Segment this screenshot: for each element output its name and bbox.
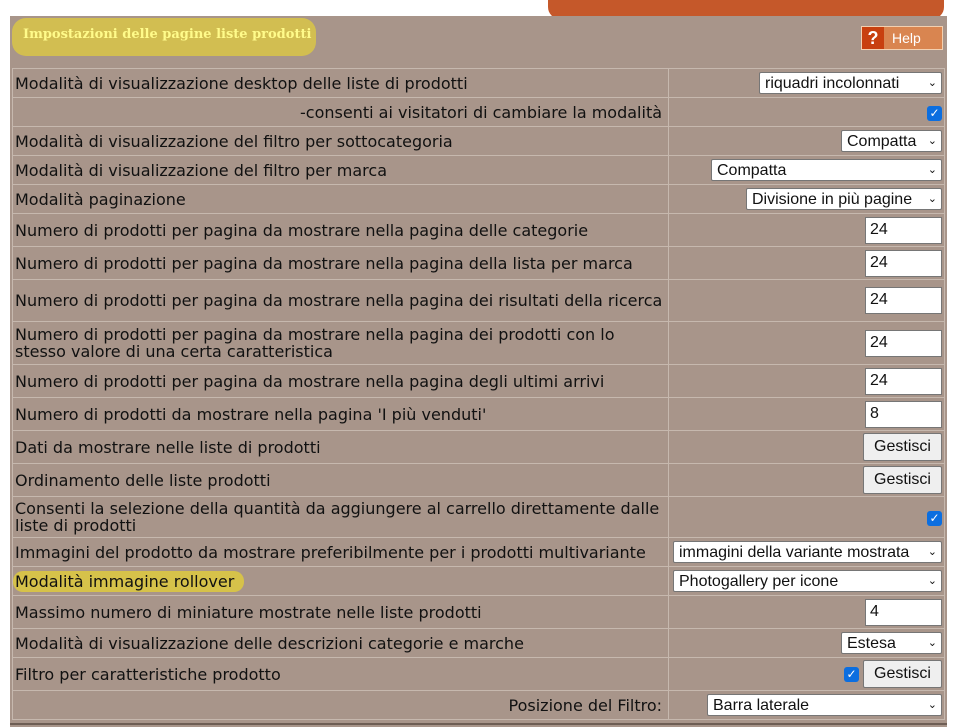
table-row: Numero di prodotti per pagina da mostrar… bbox=[11, 279, 945, 322]
table-row: Modalità di visualizzazione desktop dell… bbox=[11, 68, 945, 98]
chevron-down-icon: ⌄ bbox=[927, 636, 937, 649]
search-products-per-page-input[interactable]: 24 bbox=[865, 287, 942, 314]
check-icon: ✓ bbox=[929, 106, 940, 120]
quantity-selection-checkbox[interactable]: ✓ bbox=[927, 510, 942, 526]
row-label: Immagini del prodotto da mostrare prefer… bbox=[11, 537, 670, 567]
table-row: Numero di prodotti per pagina da mostrar… bbox=[11, 364, 945, 398]
row-label: Consenti la selezione della quantità da … bbox=[11, 496, 670, 538]
multivariant-images-select[interactable]: immagini della variante mostrata ⌄ bbox=[673, 541, 942, 563]
filter-position-select[interactable]: Barra laterale ⌄ bbox=[707, 694, 942, 716]
row-label: Ordinamento delle liste prodotti bbox=[11, 463, 670, 497]
panel-title: Impostazioni delle pagine liste prodotti bbox=[23, 27, 312, 42]
table-row: Massimo numero di miniature mostrate nel… bbox=[11, 595, 945, 629]
bottom-divider bbox=[10, 723, 947, 725]
help-icon: ? bbox=[862, 27, 884, 49]
check-icon: ✓ bbox=[929, 511, 940, 525]
chevron-down-icon: ⌄ bbox=[927, 163, 937, 176]
row-label: Dati da mostrare nelle liste di prodotti bbox=[11, 430, 670, 464]
feature-products-per-page-input[interactable]: 24 bbox=[865, 329, 942, 357]
row-label: Modalità di visualizzazione desktop dell… bbox=[11, 68, 670, 98]
chevron-down-icon: ⌄ bbox=[927, 76, 937, 89]
row-label: Modalità immagine rollover bbox=[13, 570, 245, 592]
check-icon: ✓ bbox=[846, 667, 857, 681]
rollover-image-select[interactable]: Photogallery per icone ⌄ bbox=[673, 570, 942, 592]
bestsellers-count-input[interactable]: 8 bbox=[865, 400, 942, 428]
brand-products-per-page-input[interactable]: 24 bbox=[865, 249, 942, 277]
manage-feature-filter-button[interactable]: Gestisci bbox=[863, 660, 942, 688]
table-row: Modalità di visualizzazione del filtro p… bbox=[11, 155, 945, 185]
table-row: Numero di prodotti per pagina da mostrar… bbox=[11, 321, 945, 365]
brand-filter-select[interactable]: Compatta ⌄ bbox=[711, 159, 942, 181]
row-label: Numero di prodotti per pagina da mostrar… bbox=[11, 279, 670, 322]
chevron-down-icon: ⌄ bbox=[927, 698, 937, 711]
panel-header: Impostazioni delle pagine liste prodotti… bbox=[10, 16, 947, 60]
settings-panel: Impostazioni delle pagine liste prodotti… bbox=[10, 16, 947, 727]
table-row: Numero di prodotti per pagina da mostrar… bbox=[11, 246, 945, 280]
table-row: Ordinamento delle liste prodotti Gestisc… bbox=[11, 463, 945, 497]
table-row: Filtro per caratteristiche prodotto ✓ Ges… bbox=[11, 657, 945, 691]
row-label: Numero di prodotti da mostrare nella pag… bbox=[11, 397, 670, 431]
row-label: -consenti ai visitatori di cambiare la m… bbox=[11, 97, 670, 127]
max-thumbnails-input[interactable]: 4 bbox=[865, 598, 942, 626]
row-label: Numero di prodotti per pagina da mostrar… bbox=[11, 364, 670, 398]
new-arrivals-per-page-input[interactable]: 24 bbox=[865, 367, 942, 395]
row-label: Modalità paginazione bbox=[11, 184, 670, 214]
manage-ordering-button[interactable]: Gestisci bbox=[863, 466, 942, 494]
help-button[interactable]: ? Help bbox=[861, 26, 943, 50]
table-row: Consenti la selezione della quantità da … bbox=[11, 496, 945, 538]
table-row: Modalità paginazione Divisione in più pa… bbox=[11, 184, 945, 214]
row-label: Numero di prodotti per pagina da mostrar… bbox=[11, 213, 670, 247]
chevron-down-icon: ⌄ bbox=[927, 192, 937, 205]
pagination-mode-select[interactable]: Divisione in più pagine ⌄ bbox=[746, 188, 942, 210]
table-row: Modalità di visualizzazione delle descri… bbox=[11, 628, 945, 658]
table-row: Posizione del Filtro: Barra laterale ⌄ bbox=[11, 690, 945, 720]
feature-filter-checkbox[interactable]: ✓ bbox=[844, 666, 859, 682]
settings-table: Modalità di visualizzazione desktop dell… bbox=[11, 68, 945, 720]
subcategory-filter-select[interactable]: Compatta ⌄ bbox=[841, 130, 942, 152]
table-row: Dati da mostrare nelle liste di prodotti… bbox=[11, 430, 945, 464]
row-label: Massimo numero di miniature mostrate nel… bbox=[11, 595, 670, 629]
row-label: Modalità di visualizzazione delle descri… bbox=[11, 628, 670, 658]
chevron-down-icon: ⌄ bbox=[927, 545, 937, 558]
table-row: Modalità di visualizzazione del filtro p… bbox=[11, 126, 945, 156]
table-row: Numero di prodotti da mostrare nella pag… bbox=[11, 397, 945, 431]
allow-change-mode-checkbox[interactable]: ✓ bbox=[927, 105, 942, 121]
description-mode-select[interactable]: Estesa ⌄ bbox=[841, 632, 942, 654]
help-label: Help bbox=[892, 30, 921, 46]
row-label: Posizione del Filtro: bbox=[11, 690, 670, 720]
row-label: Modalità di visualizzazione del filtro p… bbox=[11, 126, 670, 156]
table-row: Modalità immagine rollover Photogallery … bbox=[11, 566, 945, 596]
row-label: Filtro per caratteristiche prodotto bbox=[11, 657, 670, 691]
row-label: Modalità di visualizzazione del filtro p… bbox=[11, 155, 670, 185]
row-label: Numero di prodotti per pagina da mostrar… bbox=[11, 246, 670, 280]
manage-list-data-button[interactable]: Gestisci bbox=[863, 433, 942, 461]
row-label: Numero di prodotti per pagina da mostrar… bbox=[11, 321, 670, 365]
table-row: -consenti ai visitatori di cambiare la m… bbox=[11, 97, 945, 127]
table-row: Immagini del prodotto da mostrare prefer… bbox=[11, 537, 945, 567]
chevron-down-icon: ⌄ bbox=[927, 134, 937, 147]
table-row: Numero di prodotti per pagina da mostrar… bbox=[11, 213, 945, 247]
chevron-down-icon: ⌄ bbox=[927, 574, 937, 587]
category-products-per-page-input[interactable]: 24 bbox=[865, 216, 942, 244]
display-mode-select[interactable]: riquadri incolonnati ⌄ bbox=[759, 72, 942, 94]
